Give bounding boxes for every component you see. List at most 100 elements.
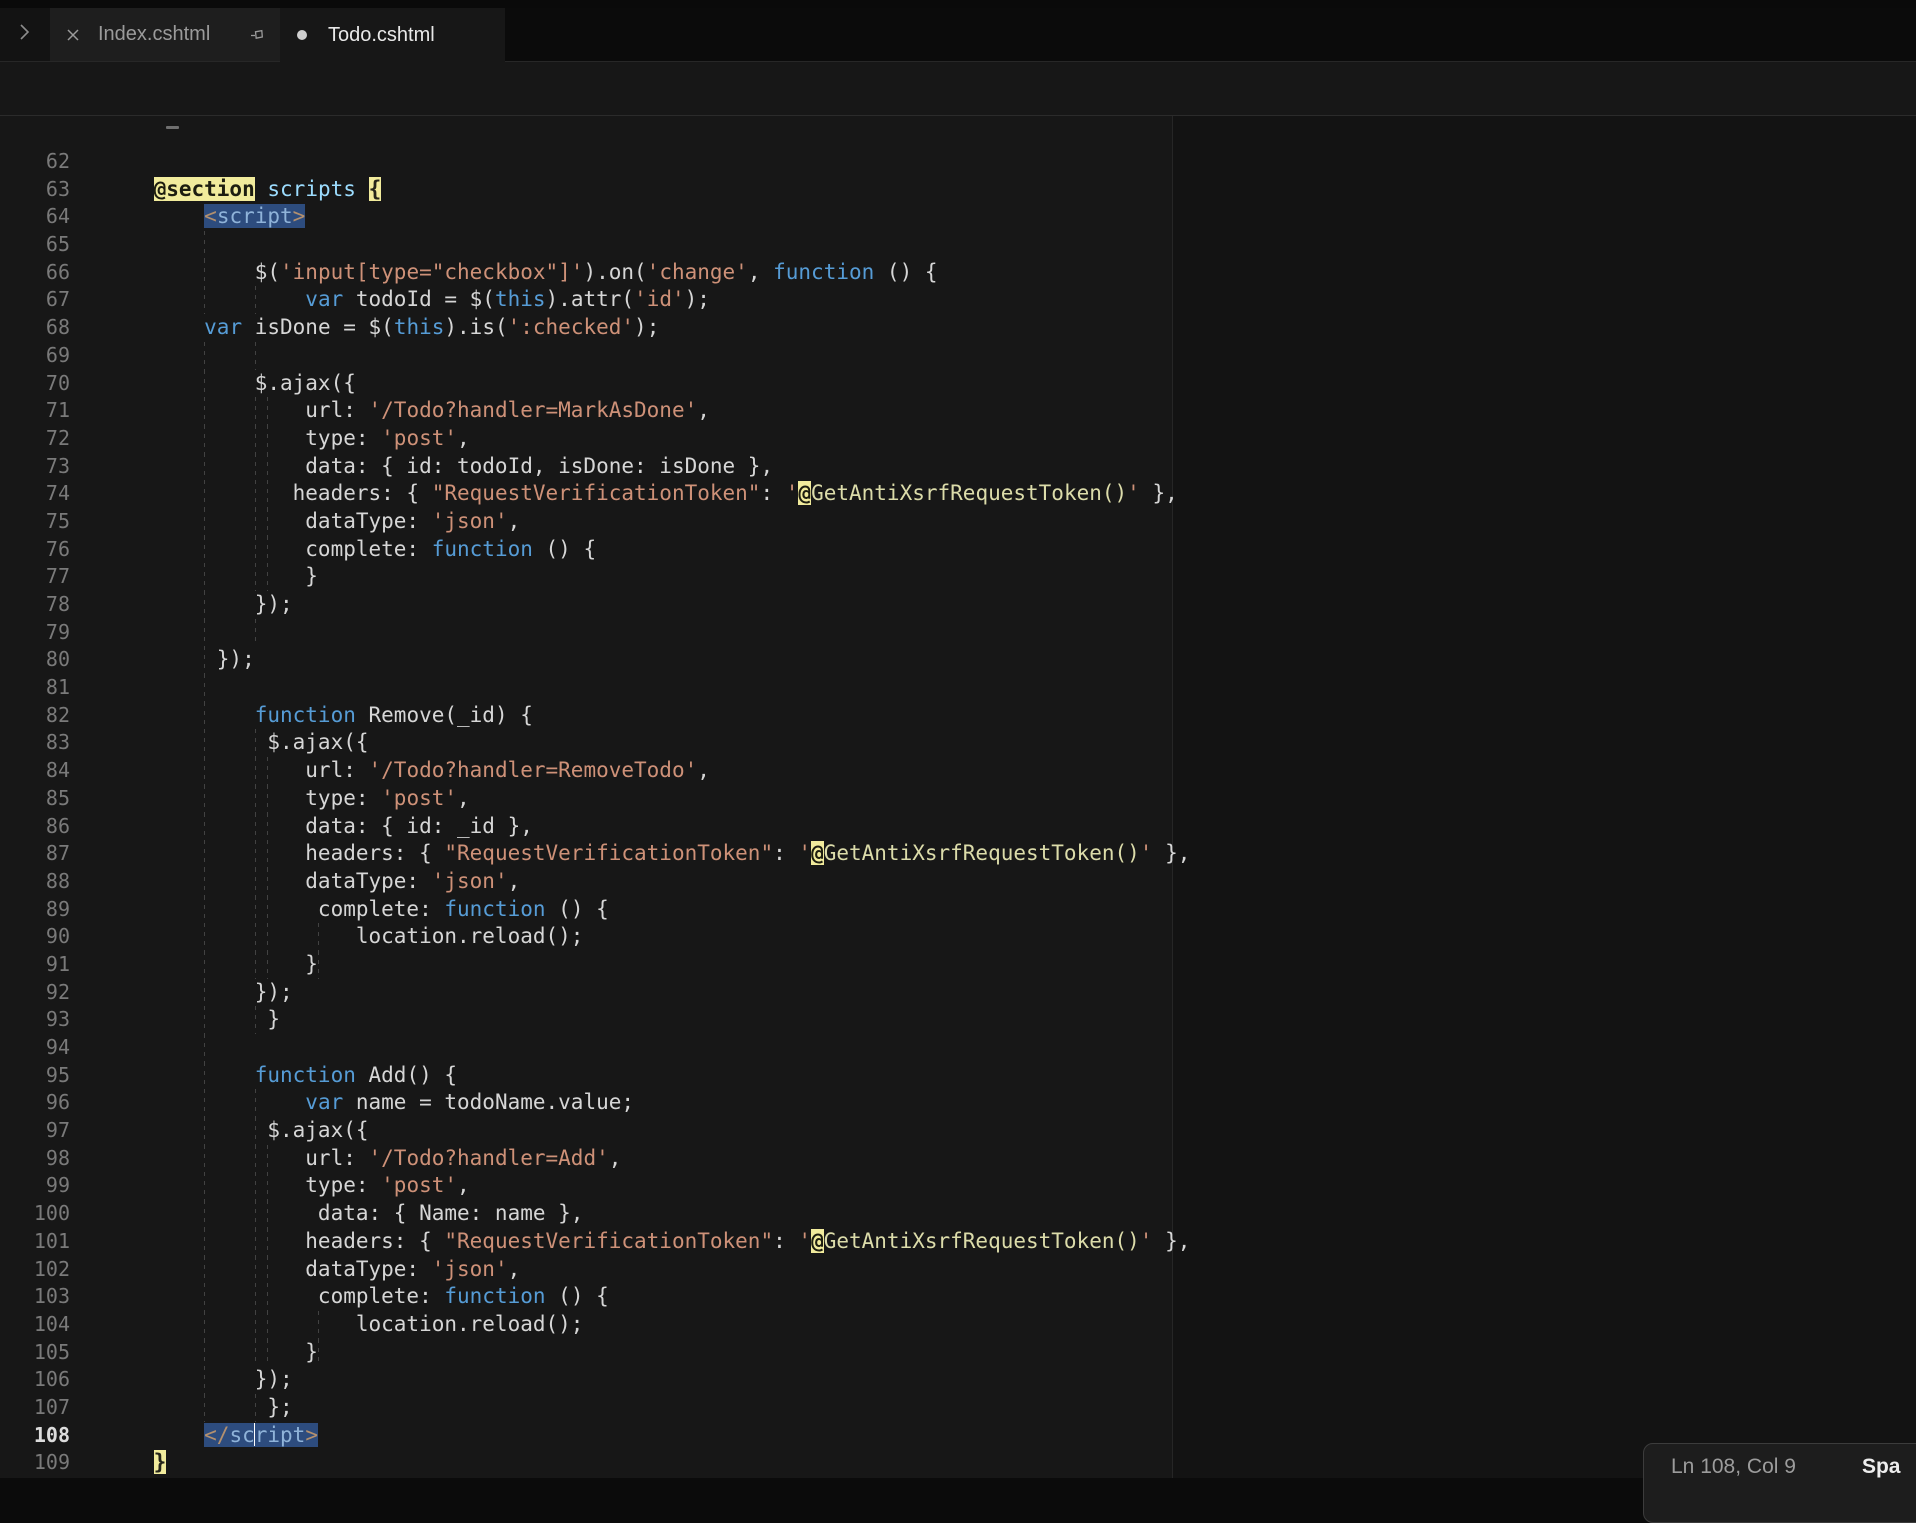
code-line-text: </script>: [103, 1422, 1916, 1450]
code-line[interactable]: 92 });: [0, 979, 1916, 1007]
indent-guide: [255, 1200, 256, 1228]
code-line[interactable]: 89 complete: function () {: [0, 896, 1916, 924]
code-line[interactable]: 102 dataType: 'json',: [0, 1256, 1916, 1284]
code-area[interactable]: 6263 @section scripts {64 <script>6566 $…: [0, 116, 1916, 1477]
code-line[interactable]: 70 $.ajax({: [0, 370, 1916, 398]
line-number: 96: [0, 1089, 70, 1117]
code-line[interactable]: 96 var name = todoName.value;: [0, 1089, 1916, 1117]
code-line[interactable]: 72 type: 'post',: [0, 425, 1916, 453]
code-line[interactable]: 106 });: [0, 1366, 1916, 1394]
line-number: 63: [0, 176, 70, 204]
code-line[interactable]: 98 url: '/Todo?handler=Add',: [0, 1145, 1916, 1173]
code-line[interactable]: 95 function Add() {: [0, 1062, 1916, 1090]
code-line-text: dataType: 'json',: [103, 868, 1916, 896]
pin-icon[interactable]: [248, 26, 266, 44]
indent-guide: [255, 923, 256, 951]
code-line[interactable]: 104 location.reload();: [0, 1311, 1916, 1339]
indent-guide: [204, 425, 205, 453]
line-number: 68: [0, 314, 70, 342]
code-line[interactable]: 80 });: [0, 646, 1916, 674]
indent-guide: [255, 951, 256, 979]
editor[interactable]: 6263 @section scripts {64 <script>6566 $…: [0, 116, 1916, 1478]
code-line[interactable]: 77 }: [0, 563, 1916, 591]
tab-index-cshtml[interactable]: Index.cshtml: [50, 8, 280, 62]
code-line[interactable]: 67 var todoId = $(this).attr('id');: [0, 286, 1916, 314]
status-indentation[interactable]: Spa: [1862, 1455, 1901, 1479]
code-line[interactable]: 83 $.ajax({: [0, 729, 1916, 757]
code-line[interactable]: 82 function Remove(_id) {: [0, 702, 1916, 730]
code-line[interactable]: 107 };: [0, 1394, 1916, 1422]
code-line[interactable]: 76 complete: function () {: [0, 536, 1916, 564]
indent-guide: [255, 868, 256, 896]
close-icon[interactable]: [64, 26, 82, 44]
line-number: 62: [0, 148, 70, 176]
code-line[interactable]: 91 }: [0, 951, 1916, 979]
line-number: 99: [0, 1172, 70, 1200]
code-line[interactable]: 64 <script>: [0, 203, 1916, 231]
line-number: 90: [0, 923, 70, 951]
code-line[interactable]: 68 var isDone = $(this).is(':checked');: [0, 314, 1916, 342]
code-line-text: url: '/Todo?handler=RemoveTodo',: [103, 757, 1916, 785]
tab-overflow-button[interactable]: [0, 8, 50, 62]
indent-guide: [255, 619, 256, 647]
indent-guide: [255, 1006, 256, 1034]
line-number: 79: [0, 619, 70, 647]
code-line[interactable]: 108 </script>: [0, 1422, 1916, 1450]
indent-guide: [255, 1339, 256, 1367]
code-line[interactable]: 85 type: 'post',: [0, 785, 1916, 813]
line-number: 103: [0, 1283, 70, 1311]
code-line[interactable]: 74 headers: { "RequestVerificationToken"…: [0, 480, 1916, 508]
line-number: 87: [0, 840, 70, 868]
code-line[interactable]: 66 $('input[type="checkbox"]').on('chang…: [0, 259, 1916, 287]
code-line[interactable]: 93 }: [0, 1006, 1916, 1034]
indent-guide: [204, 951, 205, 979]
indent-guide: [267, 1339, 268, 1367]
code-line-text: headers: { "RequestVerificationToken": '…: [103, 480, 1916, 508]
code-line[interactable]: 62: [0, 148, 1916, 176]
line-number: 78: [0, 591, 70, 619]
tab-todo-cshtml[interactable]: Todo.cshtml: [280, 8, 505, 62]
code-line-text: headers: { "RequestVerificationToken": '…: [103, 1228, 1916, 1256]
indent-guide: [204, 646, 205, 674]
indent-guide: [204, 1172, 205, 1200]
code-line[interactable]: 86 data: { id: _id },: [0, 813, 1916, 841]
tab-bar: Index.cshtml Todo.cshtml: [0, 8, 1916, 62]
code-line[interactable]: 88 dataType: 'json',: [0, 868, 1916, 896]
indent-guide: [204, 480, 205, 508]
code-line[interactable]: 63 @section scripts {: [0, 176, 1916, 204]
code-line[interactable]: 65: [0, 231, 1916, 259]
code-line[interactable]: 79: [0, 619, 1916, 647]
code-line[interactable]: 103 complete: function () {: [0, 1283, 1916, 1311]
code-line[interactable]: 78 });: [0, 591, 1916, 619]
line-number: 85: [0, 785, 70, 813]
line-number: 66: [0, 259, 70, 287]
code-line[interactable]: 75 dataType: 'json',: [0, 508, 1916, 536]
code-line[interactable]: 101 headers: { "RequestVerificationToken…: [0, 1228, 1916, 1256]
code-line[interactable]: 81: [0, 674, 1916, 702]
line-number: 102: [0, 1256, 70, 1284]
indent-guide: [204, 674, 205, 702]
line-number: 108: [0, 1422, 70, 1450]
line-number: 83: [0, 729, 70, 757]
code-line[interactable]: 90 location.reload();: [0, 923, 1916, 951]
code-line[interactable]: 94: [0, 1034, 1916, 1062]
code-line[interactable]: 73 data: { id: todoId, isDone: isDone },: [0, 453, 1916, 481]
code-line[interactable]: 109 }: [0, 1449, 1916, 1477]
status-cursor-position[interactable]: Ln 108, Col 9: [1671, 1455, 1796, 1479]
indent-guide: [267, 1145, 268, 1173]
indent-guide: [267, 397, 268, 425]
code-line[interactable]: 99 type: 'post',: [0, 1172, 1916, 1200]
indent-guide: [204, 1006, 205, 1034]
code-line[interactable]: 84 url: '/Todo?handler=RemoveTodo',: [0, 757, 1916, 785]
line-number: 73: [0, 453, 70, 481]
code-line[interactable]: 87 headers: { "RequestVerificationToken"…: [0, 840, 1916, 868]
code-line[interactable]: 71 url: '/Todo?handler=MarkAsDone',: [0, 397, 1916, 425]
indent-guide: [204, 1256, 205, 1284]
code-line-text: $('input[type="checkbox"]').on('change',…: [103, 259, 1916, 287]
code-line[interactable]: 105 }: [0, 1339, 1916, 1367]
code-line[interactable]: 100 data: { Name: name },: [0, 1200, 1916, 1228]
code-line[interactable]: 69: [0, 342, 1916, 370]
code-line[interactable]: 97 $.ajax({: [0, 1117, 1916, 1145]
indent-guide: [255, 757, 256, 785]
indent-guide: [267, 868, 268, 896]
